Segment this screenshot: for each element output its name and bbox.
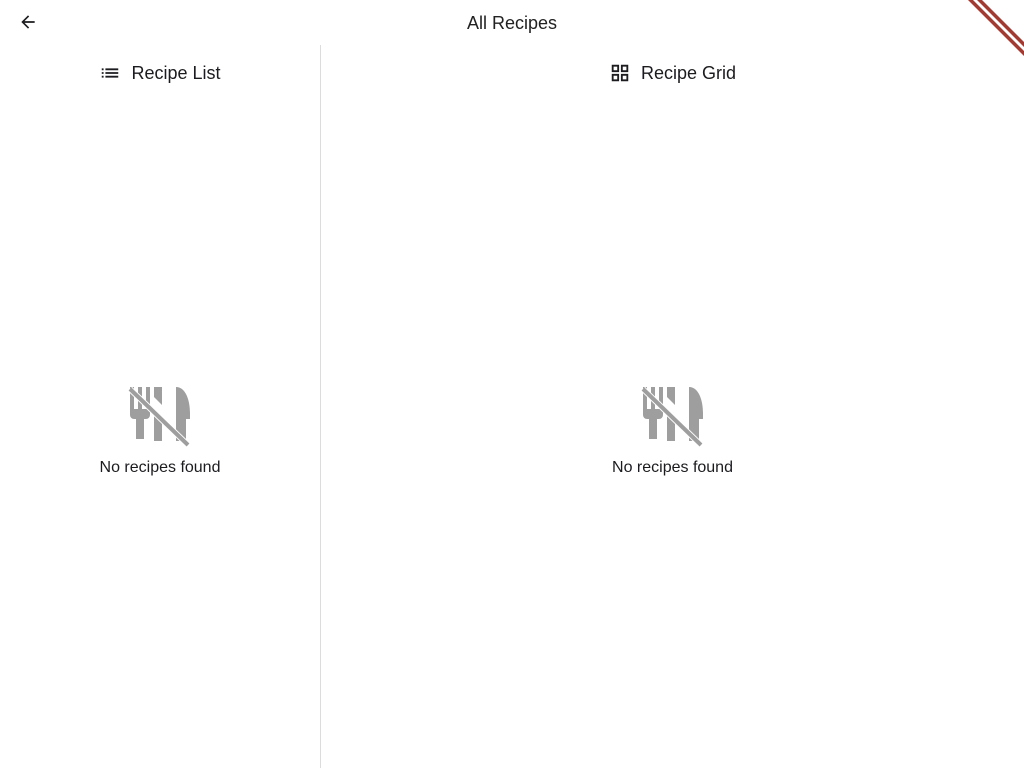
- app-window: All Recipes Recipe List No recipes found…: [0, 0, 1024, 768]
- recipe-list-pane: Recipe List No recipes found: [0, 45, 321, 768]
- recipe-list-empty-state: No recipes found: [0, 383, 320, 477]
- split-view: Recipe List No recipes found Recipe Grid…: [0, 45, 1024, 768]
- no-food-icon: [128, 386, 191, 447]
- recipe-list-title: Recipe List: [131, 62, 221, 83]
- page-title: All Recipes: [466, 13, 558, 33]
- list-icon: [102, 68, 119, 78]
- recipe-grid-pane: Recipe Grid No recipes found: [321, 45, 1024, 768]
- recipe-grid-title: Recipe Grid: [640, 62, 737, 83]
- no-food-icon: [640, 386, 703, 447]
- recipe-list-header: Recipe List: [0, 61, 320, 85]
- recipe-grid-empty-state: No recipes found: [321, 383, 1024, 477]
- app-bar: All Recipes: [0, 0, 1024, 56]
- recipe-list-empty-text: No recipes found: [99, 459, 221, 476]
- grid-view-icon: [611, 64, 629, 82]
- recipe-grid-header: Recipe Grid: [321, 61, 1024, 85]
- recipe-grid-empty-text: No recipes found: [612, 459, 733, 476]
